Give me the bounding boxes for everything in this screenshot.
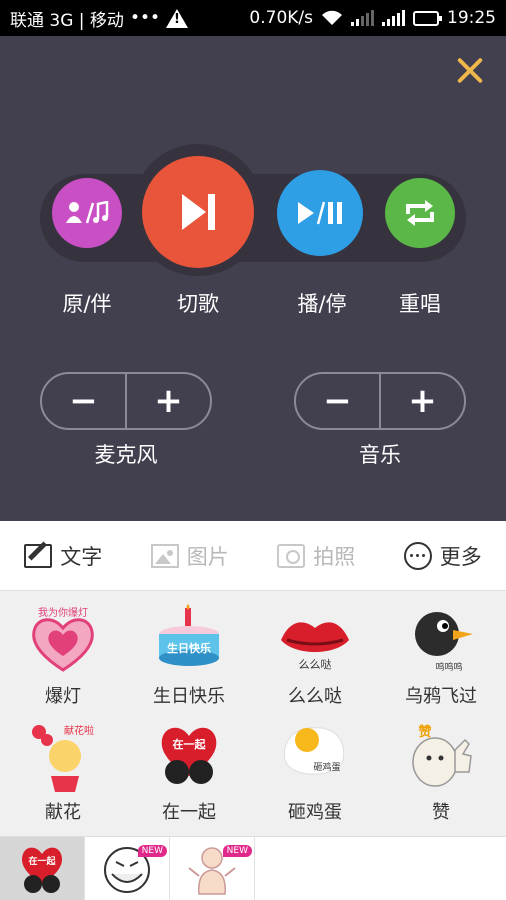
next-song-label: 切歌 xyxy=(177,292,219,316)
vocal-toggle-button[interactable] xyxy=(52,178,122,248)
sticker-grid: 我为你爆灯 爆灯 生日快乐 生日快乐 么么哒 么么哒 呜呜呜 乌鸦飞过 献花啦 … xyxy=(0,592,506,836)
sticker-caption: 生日快乐 xyxy=(167,641,211,655)
music-volume-up-button[interactable]: + xyxy=(379,374,464,428)
play-pause-icon xyxy=(298,201,342,225)
image-icon xyxy=(150,543,179,568)
sticker-item-flowers[interactable]: 献花啦 献花 xyxy=(0,712,126,832)
mic-volume-label: 麦克风 xyxy=(94,443,158,467)
sticker-label: 爆灯 xyxy=(45,686,81,707)
input-toolbar: 文字 图片 拍照 更多 xyxy=(0,521,506,591)
battery-icon xyxy=(413,10,442,26)
sticker-caption: 呜呜呜 xyxy=(435,661,462,673)
camera-icon xyxy=(277,543,306,568)
tab-picture-label: 图片 xyxy=(186,544,229,569)
crow-sticker-icon: 呜呜呜 xyxy=(415,612,473,673)
sticker-caption: 献花啦 xyxy=(64,724,94,737)
sticker-caption: 赞 xyxy=(417,724,431,740)
tab-picture[interactable]: 图片 xyxy=(127,541,254,571)
sticker-pack-strip: 在一起 NEW NEW xyxy=(0,836,506,900)
more-dots: ••• xyxy=(129,8,161,28)
vocal-toggle-label: 原/伴 xyxy=(62,292,112,316)
sticker-label: 么么哒 xyxy=(288,686,342,707)
sticker-label: 献花 xyxy=(45,802,81,823)
repeat-label: 重唱 xyxy=(399,292,441,316)
flowers-sticker-icon: 献花啦 xyxy=(32,724,94,792)
heart-light-sticker-icon: 我为你爆灯 xyxy=(32,606,94,672)
sticker-caption: 砸鸡蛋 xyxy=(313,761,340,773)
sticker-label: 生日快乐 xyxy=(153,686,225,707)
pack-caption: 在一起 xyxy=(28,855,56,867)
sticker-item-baodeng[interactable]: 我为你爆灯 爆灯 xyxy=(0,596,126,716)
vocal-accompaniment-icon xyxy=(66,201,109,224)
tab-photo[interactable]: 拍照 xyxy=(253,541,380,571)
sticker-item-kiss[interactable]: 么么哒 么么哒 xyxy=(252,596,378,716)
status-bar: 联通 3G | 移动 ••• 0.70K/s 19:25 xyxy=(0,0,506,36)
close-icon[interactable] xyxy=(456,56,484,84)
sticker-label: 乌鸦飞过 xyxy=(405,686,477,707)
new-badge: NEW xyxy=(222,845,252,857)
tab-text[interactable]: 文字 xyxy=(0,541,127,571)
music-volume-down-button[interactable]: − xyxy=(296,374,379,428)
lips-sticker-icon: 么么哒 xyxy=(281,622,349,671)
repeat-icon xyxy=(406,200,434,226)
sticker-label: 赞 xyxy=(432,802,450,823)
new-badge: NEW xyxy=(137,845,167,857)
music-volume-stepper: − + xyxy=(294,372,466,430)
mic-volume-up-button[interactable]: + xyxy=(125,374,210,428)
sticker-label: 在一起 xyxy=(162,802,216,823)
thumbs-up-sticker-icon: 赞 xyxy=(412,724,472,787)
tab-more-label: 更多 xyxy=(439,544,482,569)
tab-photo-label: 拍照 xyxy=(313,544,356,569)
tab-more[interactable]: 更多 xyxy=(380,541,506,571)
clock: 19:25 xyxy=(447,8,496,28)
sticker-item-like[interactable]: 赞 赞 xyxy=(378,712,504,832)
karaoke-control-panel: 原/伴 切歌 播/停 重唱 − + 麦克风 − + 音乐 xyxy=(0,36,506,521)
egg-sticker-icon: 砸鸡蛋 xyxy=(283,727,345,775)
sticker-item-together[interactable]: 在一起 在一起 xyxy=(126,712,252,832)
tab-text-label: 文字 xyxy=(60,544,103,569)
sticker-item-birthday[interactable]: 生日快乐 生日快乐 xyxy=(126,596,252,716)
sticker-item-egg[interactable]: 砸鸡蛋 砸鸡蛋 xyxy=(252,712,378,832)
play-pause-button[interactable] xyxy=(277,170,363,256)
couple-heart-sticker-icon: 在一起 xyxy=(161,727,217,784)
next-song-button[interactable] xyxy=(142,156,254,268)
sticker-caption: 我为你爆灯 xyxy=(38,606,88,619)
sticker-pack-troll[interactable]: NEW xyxy=(85,837,170,900)
sticker-item-crow[interactable]: 呜呜呜 乌鸦飞过 xyxy=(378,596,504,716)
more-icon xyxy=(403,541,432,570)
play-pause-label: 播/停 xyxy=(297,292,347,316)
sticker-pack-love[interactable]: 在一起 xyxy=(0,837,85,900)
signal-icon xyxy=(382,10,405,26)
cake-sticker-icon: 生日快乐 xyxy=(159,604,219,666)
mic-volume-down-button[interactable]: − xyxy=(42,374,125,428)
signal-3g-icon xyxy=(351,10,374,26)
network-speed: 0.70K/s xyxy=(249,8,313,28)
repeat-button[interactable] xyxy=(385,178,455,248)
sticker-caption: 在一起 xyxy=(173,737,207,751)
sticker-caption: 么么哒 xyxy=(299,657,332,671)
carrier-text: 联通 3G | 移动 xyxy=(10,10,124,31)
edit-icon xyxy=(24,543,53,568)
couple-heart-pack-icon: 在一起 xyxy=(21,847,63,893)
warning-icon xyxy=(166,8,189,28)
sticker-label: 砸鸡蛋 xyxy=(288,802,342,823)
sticker-pack-baby[interactable]: NEW xyxy=(170,837,255,900)
music-volume-label: 音乐 xyxy=(359,443,401,467)
wifi-icon xyxy=(321,10,343,26)
next-song-icon xyxy=(182,194,215,230)
mic-volume-stepper: − + xyxy=(40,372,212,430)
